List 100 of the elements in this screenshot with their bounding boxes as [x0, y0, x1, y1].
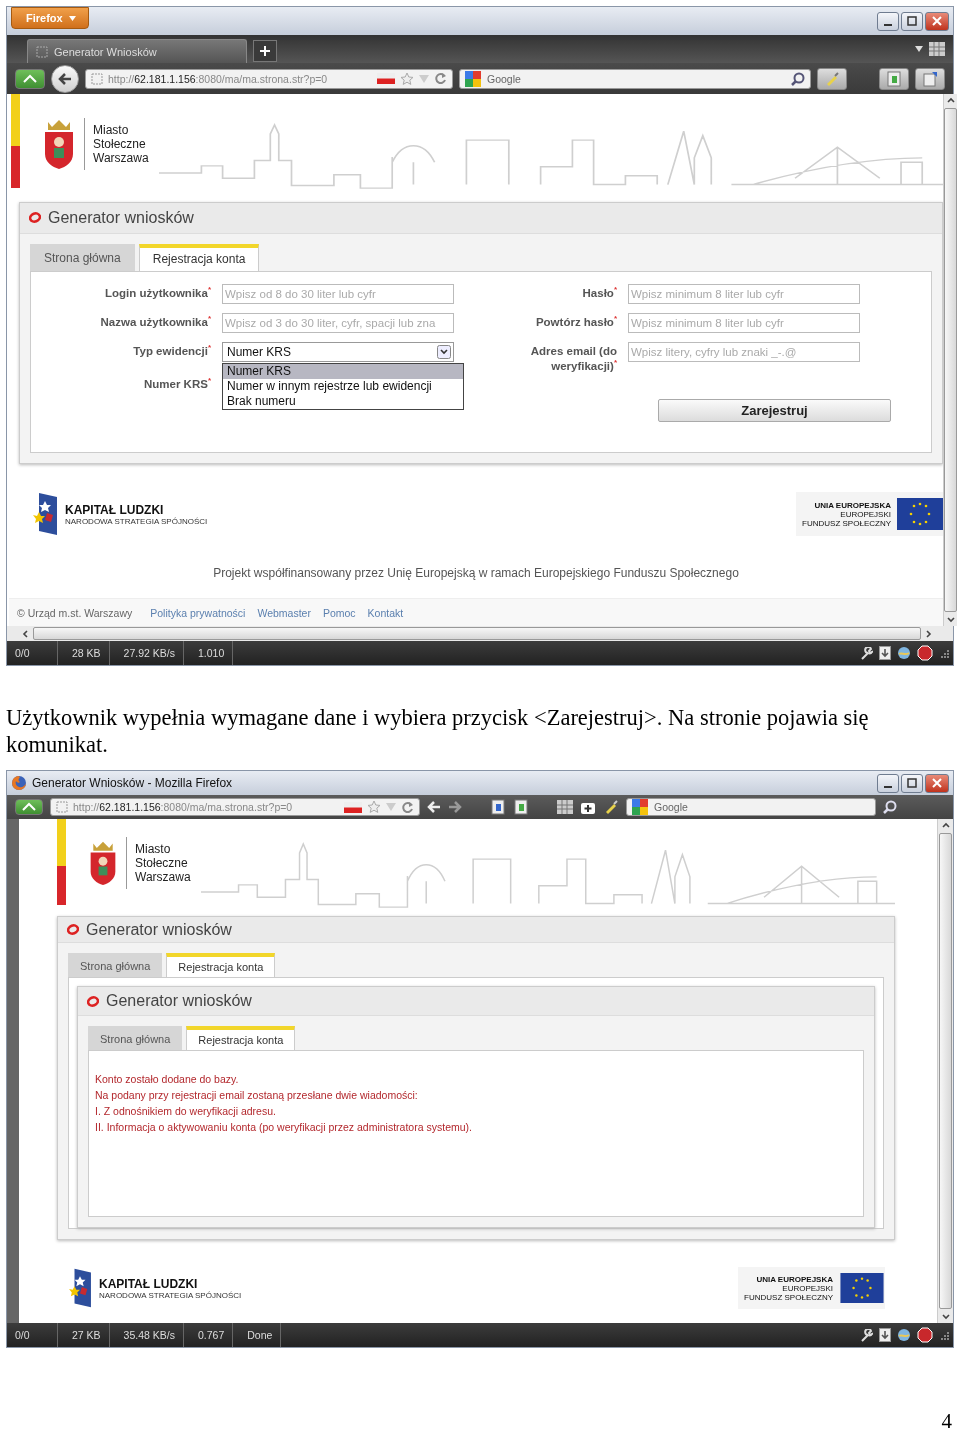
input-field[interactable]: Wpisz od 3 do 30 liter, cyfr, spacji lub zna [222, 312, 454, 333]
page-upload-button[interactable] [915, 67, 945, 90]
stop-sign-icon[interactable] [917, 645, 933, 661]
search-icon[interactable] [791, 71, 805, 86]
page-tab[interactable]: Rejestracja konta [166, 953, 276, 977]
page-tab[interactable]: Rejestracja konta [186, 1026, 296, 1050]
city-name: Miasto Stołeczne Warszawa [135, 842, 191, 884]
page-tab[interactable]: Strona główna [88, 1026, 183, 1050]
app-title: Generator wniosków [106, 992, 252, 1010]
dropdown-option[interactable]: Numer KRS [223, 363, 463, 379]
eu-logo-text: FUNDUSZ SPOŁECZNY [744, 1292, 833, 1302]
footer-link[interactable]: Webmaster [257, 606, 311, 619]
page-tab[interactable]: Rejestracja konta [138, 243, 260, 271]
eu-logo-text: FUNDUSZ SPOŁECZNY [802, 518, 891, 528]
logo-title: KAPITAŁ LUDZKI [65, 502, 165, 517]
forward-arrow-icon[interactable] [448, 801, 462, 813]
input-field[interactable]: Wpisz minimum 8 liter lub cyfr [628, 312, 860, 333]
resize-grip-icon[interactable] [939, 1330, 949, 1340]
register-button[interactable]: Zarejestruj [658, 398, 891, 422]
star-icon[interactable] [400, 71, 414, 86]
brush-button[interactable] [817, 67, 847, 90]
dropdown-icon[interactable] [437, 344, 451, 359]
minimize-icon [884, 785, 892, 788]
page-icon [91, 72, 103, 85]
status-text: 1.010 [190, 641, 234, 665]
input-field[interactable]: Wpisz od 8 do 30 liter lub cyfr [222, 283, 454, 304]
wrench-icon[interactable] [860, 646, 873, 660]
eu-logo-text: UNIA EUROPEJSKA [814, 500, 891, 510]
search-field[interactable]: Google [626, 798, 876, 816]
back-arrow-icon [58, 72, 72, 85]
logo-title: KAPITAŁ LUDZKI [99, 1276, 199, 1291]
dropdown-option[interactable]: Numer w innym rejestrze lub ewidencji [223, 378, 463, 394]
logo-subtitle: NARODOWA STRATEGIA SPÓJNOŚCI [99, 1290, 242, 1300]
input-field[interactable]: Wpisz minimum 8 liter lub cyfr [628, 283, 860, 304]
footer-link[interactable]: Kontakt [367, 606, 404, 619]
message-text: II. Informacja o aktywowaniu konta (po weryfikacji przez administratora systemu). [95, 1120, 473, 1135]
page-save-button[interactable] [879, 67, 909, 90]
back-button[interactable] [51, 64, 79, 93]
footer-link[interactable]: Pomoc [322, 606, 356, 619]
crest-icon [42, 117, 76, 170]
field-label: Nazwa użytkownika$^{*}$ [99, 312, 211, 330]
reload-icon[interactable] [434, 72, 447, 85]
reload-icon[interactable] [401, 800, 414, 814]
project-note: Projekt współfinansowany przez Unię Europejską w ramach Europejskiego Funduszu Społecznego [212, 566, 740, 581]
select-field[interactable]: Numer KRS [222, 341, 454, 362]
input-field[interactable]: Wpisz litery, cyfry lub znaki _-.@ [628, 341, 860, 362]
minimize-button[interactable] [877, 11, 899, 31]
vertical-scrollbar[interactable] [943, 94, 957, 626]
logo-icon [67, 924, 79, 935]
field-label: Login użytkownika$^{*}$ [104, 283, 211, 301]
search-field[interactable]: Google [459, 68, 811, 89]
google-icon [632, 799, 648, 815]
minimize-button[interactable] [877, 773, 899, 793]
address-field[interactable]: http://62.181.1.156:8080/ma/ma.strona.str?p=0 [50, 798, 420, 816]
search-icon[interactable] [883, 800, 897, 814]
eu-logo-text: EUROPEJSKI [840, 509, 891, 519]
maximize-button[interactable] [901, 11, 923, 31]
logo-icon [87, 995, 99, 1007]
page-save-icon[interactable] [490, 799, 506, 815]
dropdown-option[interactable]: Brak numeru [223, 393, 463, 409]
close-button[interactable] [925, 773, 949, 793]
maximize-button[interactable] [901, 773, 923, 793]
page-icon [56, 801, 68, 813]
address-field[interactable]: http://62.181.1.156:8080/ma/ma.strona.str?p=0 [85, 68, 453, 89]
horizontal-scrollbar[interactable] [7, 626, 953, 641]
back-arrow-icon[interactable] [427, 801, 441, 813]
page-icon [36, 45, 48, 58]
page-export-icon[interactable] [513, 799, 529, 815]
new-tab-button[interactable] [253, 40, 277, 62]
copyright-text: © Urząd m.st. Warszawy [17, 606, 133, 619]
plus-icon [260, 46, 270, 56]
wrench-icon[interactable] [860, 1328, 873, 1342]
stop-sign-icon[interactable] [917, 1327, 933, 1343]
eu-flag-icon [839, 1273, 885, 1303]
status-text: 35.48 KB/s [115, 1323, 184, 1347]
page-tab[interactable]: Strona główna [68, 953, 163, 977]
browser-tab[interactable]: Generator Wniosków [27, 39, 247, 63]
eu-logo-text: EUROPEJSKI [782, 1283, 833, 1293]
close-button[interactable] [925, 11, 949, 31]
globe-icon[interactable] [897, 646, 911, 660]
tab-list-icon[interactable] [915, 46, 923, 52]
crest-icon [88, 840, 118, 886]
eu-logo-text: UNIA EUROPEJSKA [756, 1274, 833, 1284]
logo-subtitle: NARODOWA STRATEGIA SPÓJNOŚCI [65, 516, 208, 526]
eu-flag-icon [897, 498, 943, 531]
download-icon[interactable] [879, 1328, 891, 1342]
resize-grip-icon[interactable] [939, 648, 949, 658]
download-icon[interactable] [879, 646, 891, 660]
app-title: Generator wniosków [48, 208, 194, 227]
home-button[interactable] [15, 68, 45, 89]
vertical-scrollbar[interactable] [937, 819, 953, 1323]
firefox-icon [11, 775, 27, 791]
globe-icon[interactable] [897, 1328, 911, 1342]
page-tab[interactable]: Strona główna [30, 243, 135, 271]
field-label: Powtórz hasło$^{*}$ [534, 312, 617, 330]
home-button[interactable] [15, 799, 43, 815]
star-icon[interactable] [367, 800, 381, 814]
footer-link[interactable]: Polityka prywatności [150, 606, 246, 619]
kapital-logo-icon [31, 491, 59, 538]
logo-icon [29, 212, 41, 224]
